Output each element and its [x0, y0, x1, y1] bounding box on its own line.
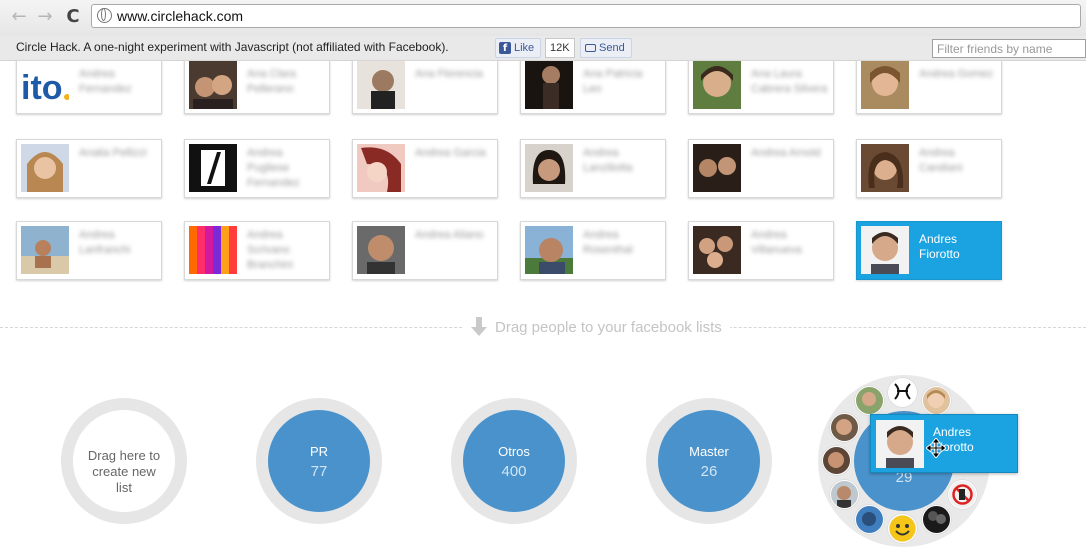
friend-card[interactable]: Andrea Garcia [352, 139, 498, 198]
member-avatar[interactable] [855, 505, 884, 534]
list-circle-master[interactable]: Master 26 [646, 398, 772, 524]
svg-text:ito: ito [21, 69, 63, 107]
member-avatar[interactable] [888, 378, 917, 407]
arrow-down-icon [471, 317, 487, 337]
friend-name: Ana Laura Cabrera Silvera [751, 68, 828, 95]
friend-name: Andrea Rosenthal [583, 229, 633, 256]
friend-photo [21, 144, 69, 192]
member-avatar[interactable] [855, 386, 884, 415]
friend-name: Andrea Fernandez [79, 68, 132, 95]
friend-card[interactable]: Andrea Aliano [352, 221, 498, 280]
forward-icon[interactable]: → [34, 6, 56, 28]
friend-name: Andrea Lanziliotta [583, 147, 633, 174]
friend-card[interactable]: Ana Florencia [352, 60, 498, 114]
friend-name: Andrea Gomez [919, 68, 993, 80]
circle-count: 400 [501, 463, 527, 480]
friend-photo [21, 226, 69, 274]
circle-name: Master [689, 444, 729, 459]
friend-photo [861, 226, 909, 274]
friend-photo [189, 226, 237, 274]
new-list-circle[interactable]: Drag here to create new list [61, 398, 187, 524]
friend-photo [357, 144, 405, 192]
like-label: Like [514, 42, 535, 54]
friend-card[interactable]: Andrea Candiani [856, 139, 1002, 198]
reload-icon[interactable]: C [62, 6, 84, 28]
circle-name: Otros [498, 444, 530, 459]
friend-card[interactable]: Andrea Scrivano Branchini [184, 221, 330, 280]
friend-photo [189, 61, 237, 109]
circle-count: 77 [310, 463, 328, 480]
facebook-send-button[interactable]: Send [580, 38, 632, 58]
friend-name: Andrea Villanueva [751, 229, 802, 256]
friend-card[interactable]: Andrea Gomez [856, 60, 1002, 114]
send-icon [585, 44, 596, 52]
circle-name: PR [309, 444, 329, 459]
friend-name: Ana Florencia [415, 68, 483, 80]
address-bar[interactable]: www.circlehack.com [91, 4, 1081, 28]
friend-name: Ana Patricia Leo [583, 68, 643, 95]
friend-photo [189, 144, 237, 192]
member-avatar[interactable] [830, 480, 859, 509]
send-label: Send [599, 42, 625, 54]
friend-name: Andrea Garcia [415, 147, 486, 159]
friend-card[interactable]: Andrea Villanueva [688, 221, 834, 280]
friend-photo [861, 144, 909, 192]
friend-card[interactable]: Andrea Lanziliotta [520, 139, 666, 198]
move-cursor-icon [925, 437, 947, 459]
drag-hint: Drag people to your facebook lists [463, 317, 730, 337]
browser-toolbar: ← → C www.circlehack.com [0, 0, 1086, 37]
friend-photo [357, 226, 405, 274]
friend-card[interactable]: Andrea Arnold [688, 139, 834, 198]
friend-photo [693, 226, 741, 274]
friend-card[interactable]: Andrea Lanfranchi [16, 221, 162, 280]
friend-photo [525, 144, 573, 192]
friend-photo [876, 420, 924, 468]
member-avatar[interactable] [830, 413, 859, 442]
member-avatar[interactable] [888, 514, 917, 543]
back-icon[interactable]: ← [8, 6, 30, 28]
filter-friends-input[interactable] [932, 39, 1086, 58]
friend-name: Andrea Candiani [919, 147, 963, 174]
friend-name: Andrea Arnold [751, 147, 821, 159]
friend-name: Andrea Scrivano Branchini [247, 229, 293, 271]
friend-name: Andrea Aliano [415, 229, 484, 241]
friend-card[interactable]: Analia Pellizzi [16, 139, 162, 198]
friend-card[interactable]: Andrea Rosenthal [520, 221, 666, 280]
drag-hint-text: Drag people to your facebook lists [495, 318, 722, 336]
list-circle-pr[interactable]: PR 77 [256, 398, 382, 524]
friend-photo: ito [21, 61, 69, 109]
friend-name: Andrea Pugliese Fernandez [247, 147, 300, 189]
friend-name: Analia Pellizzi [79, 147, 147, 159]
friend-card[interactable]: Ana Laura Cabrera Silvera [688, 60, 834, 114]
member-avatar[interactable] [922, 505, 951, 534]
app-toolbar: Circle Hack. A one-night experiment with… [0, 36, 1086, 61]
friend-card[interactable]: Ana Clara Pellerano [184, 60, 330, 114]
app-title: Circle Hack. A one-night experiment with… [16, 40, 449, 54]
friend-photo [525, 226, 573, 274]
friend-name: Andres Fiorotto [919, 232, 960, 261]
new-list-label: Drag here to create new list [87, 448, 161, 495]
friend-card[interactable]: Ana Patricia Leo [520, 60, 666, 114]
facebook-icon: f [499, 42, 511, 54]
friend-name: Ana Clara Pellerano [247, 68, 296, 95]
friend-photo [357, 61, 405, 109]
facebook-like-button[interactable]: f Like [495, 38, 542, 58]
friend-photo [693, 61, 741, 109]
member-avatar[interactable] [822, 446, 851, 475]
url-text: www.circlehack.com [117, 8, 244, 24]
friend-photo [525, 61, 573, 109]
friend-photo [693, 144, 741, 192]
globe-icon [97, 8, 112, 23]
friend-name: Andrea Lanfranchi [79, 229, 131, 256]
friend-card[interactable]: Andrea Pugliese Fernandez [184, 139, 330, 198]
circle-count: 26 [700, 463, 718, 480]
member-avatar[interactable] [922, 386, 951, 415]
like-count: 12K [545, 38, 575, 58]
list-circle-otros[interactable]: Otros 400 [451, 398, 577, 524]
friend-photo [861, 61, 909, 109]
friend-card[interactable]: ito Andrea Fernandez [16, 60, 162, 114]
member-avatar[interactable] [948, 480, 977, 509]
friend-card-selected[interactable]: Andres Fiorotto [856, 221, 1002, 280]
